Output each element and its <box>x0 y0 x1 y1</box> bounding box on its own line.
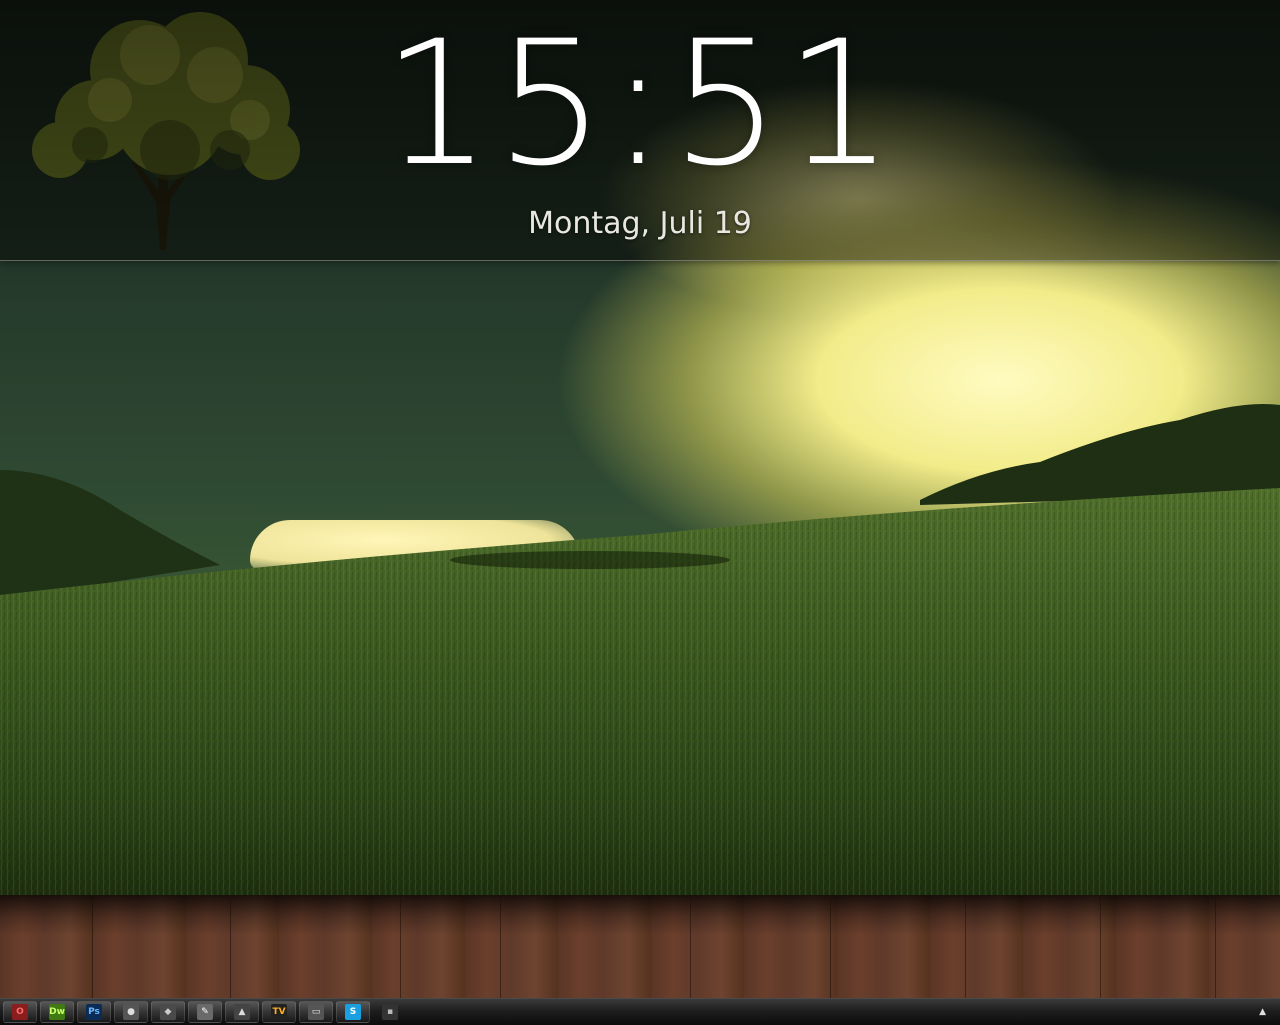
taskbar-button-dreamweaver[interactable]: Dw <box>40 1001 74 1023</box>
taskbar-button-opera[interactable]: O <box>3 1001 37 1023</box>
shelf-plank-seam <box>1100 895 1101 998</box>
terminal-icon: ▪ <box>382 1004 398 1020</box>
computer-icon: ▭ <box>308 1004 324 1020</box>
taskbar-button-app[interactable]: ● <box>114 1001 148 1023</box>
shelf-plank-seam <box>500 895 501 998</box>
clock-widget: 15:51 Montag, Juli 19 <box>0 0 1280 261</box>
skype-icon: S <box>345 1004 361 1020</box>
tv-icon: TV <box>271 1004 287 1020</box>
taskbar-pinned-apps: O Dw Ps ● ◆ ✎ ▲ TV ▭ S ▪ <box>0 1001 407 1023</box>
media-icon: ◆ <box>160 1004 176 1020</box>
dreamweaver-icon: Dw <box>49 1004 65 1020</box>
taskbar-button-computer[interactable]: ▭ <box>299 1001 333 1023</box>
clock-date: Montag, Juli 19 <box>528 206 752 241</box>
clock-time: 15:51 <box>382 3 898 204</box>
shelf-plank-seam <box>400 895 401 998</box>
taskbar-button-media[interactable]: ◆ <box>151 1001 185 1023</box>
taskbar: O Dw Ps ● ◆ ✎ ▲ TV ▭ S ▪ ▲ <box>0 998 1280 1025</box>
taskbar-button-terminal[interactable]: ▪ <box>373 1001 407 1023</box>
app-icon: ● <box>123 1004 139 1020</box>
taskbar-button-skype[interactable]: S <box>336 1001 370 1023</box>
shelf-plank-seam <box>830 895 831 998</box>
taskbar-button-launcher[interactable]: ▲ <box>225 1001 259 1023</box>
system-tray: ▲ <box>1259 999 1266 1025</box>
shelf-plank-seam <box>1215 895 1216 998</box>
photoshop-icon: Ps <box>86 1004 102 1020</box>
shelf-plank-seam <box>690 895 691 998</box>
show-hidden-icons-icon[interactable]: ▲ <box>1259 1007 1266 1017</box>
wooden-dock-shelf <box>0 895 1280 998</box>
opera-icon: O <box>12 1004 28 1020</box>
notepad-icon: ✎ <box>197 1004 213 1020</box>
shelf-plank-seam <box>965 895 966 998</box>
taskbar-button-tv[interactable]: TV <box>262 1001 296 1023</box>
launcher-icon: ▲ <box>234 1004 250 1020</box>
taskbar-button-photoshop[interactable]: Ps <box>77 1001 111 1023</box>
shelf-plank-seam <box>92 895 93 998</box>
taskbar-button-notepad[interactable]: ✎ <box>188 1001 222 1023</box>
shelf-plank-seam <box>230 895 231 998</box>
